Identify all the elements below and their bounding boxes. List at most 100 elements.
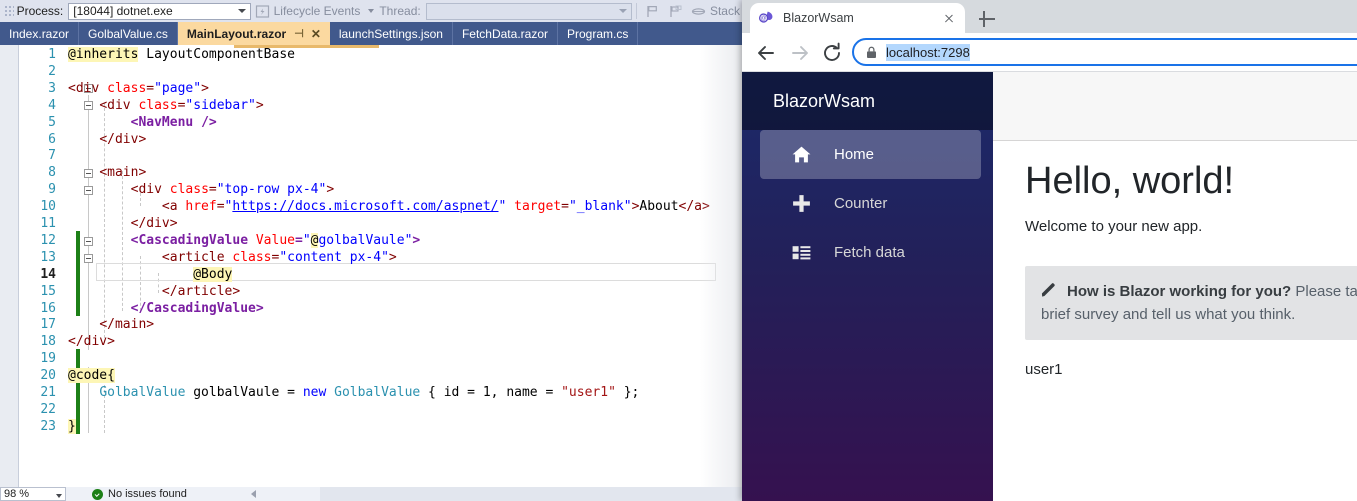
status-bar: 98 % No issues found [0,487,745,501]
editor-indicator-margin[interactable] [0,45,18,487]
editor-tab-launchsettings-json[interactable]: launchSettings.json [330,22,453,45]
line-number: 21 [40,385,56,400]
pin-icon[interactable]: ⊣ [294,27,304,40]
code-line[interactable]: </article> [68,284,240,299]
code-line[interactable]: </div> [68,132,146,147]
lock-icon[interactable] [866,46,877,59]
issues-status[interactable]: No issues found [92,488,187,500]
breakpoint-flag-icon[interactable] [645,4,660,19]
line-number: 12 [40,232,56,248]
process-value: [18044] dotnet.exe [73,4,173,18]
home-icon [791,144,812,165]
editor-tab-fetchdata-razor[interactable]: FetchData.razor [453,22,558,45]
lifecycle-events-icon [255,4,270,19]
address-bar[interactable]: localhost:7298 [852,38,1357,66]
survey-question: How is Blazor working for you? [1067,282,1292,300]
close-icon[interactable]: ✕ [311,27,321,41]
zoom-level-value: 98 % [4,488,30,500]
close-icon[interactable] [941,10,957,26]
code-line[interactable]: @Body [68,266,233,282]
line-number: 22 [40,401,56,417]
toolbar-divider [636,3,637,19]
thread-dropdown[interactable] [425,2,633,20]
chevron-down-icon [619,9,628,13]
app-content: Hello, world! Welcome to your new app. H… [993,142,1357,501]
forward-arrow-icon [788,41,812,65]
step-icon[interactable] [668,4,683,19]
tab-label: FetchData.razor [461,26,548,41]
zoom-level-dropdown[interactable]: 98 % [0,487,66,501]
code-line[interactable]: <div class="top-row px-4"> [68,182,335,197]
line-number: 15 [40,283,56,299]
editor-tab-mainlayout-razor[interactable]: MainLayout.razor ⊣ ✕ [177,22,330,45]
code-editor[interactable]: 1 @inherits LayoutComponentBase 2 3 <div cla… [0,45,745,487]
sidebar-item-home[interactable]: Home [760,130,981,179]
svg-text:@: @ [761,16,767,22]
code-line[interactable]: <article class="content px-4"> [68,250,397,265]
line-number: 8 [48,165,56,181]
pencil-icon [1041,282,1058,297]
browser-tab-blazorwsam[interactable]: @ BlazorWsam [750,3,965,33]
stack-frame-icon[interactable] [691,4,706,19]
line-number: 9 [48,182,56,198]
code-line[interactable]: <div class="page"> [68,81,209,96]
process-dropdown[interactable]: [18044] dotnet.exe [68,2,251,20]
code-line[interactable]: } [68,418,76,434]
tab-label: MainLayout.razor [186,26,287,41]
code-line[interactable]: <CascadingValue Value="@golbalVaule"> [68,232,420,248]
sidebar-item-label: Counter [834,195,888,212]
editor-tab-strip: Index.razor GolbalValue.cs MainLayout.ra… [0,22,745,45]
code-line[interactable]: </div> [68,216,178,231]
stack-label[interactable]: Stack [710,4,740,18]
line-number: 19 [40,351,56,367]
sidebar-item-counter[interactable]: Counter [760,179,981,228]
browser-toolbar: localhost:7298 [742,33,1357,72]
lifecycle-events-label[interactable]: Lifecycle Events [274,4,361,18]
list-icon [791,242,812,263]
editor-margin-divider [18,45,19,487]
code-line[interactable]: GolbalValue golbalVaule = new GolbalValu… [68,385,639,400]
thread-label: Thread: [379,4,421,18]
line-number: 18 [40,334,56,350]
address-bar-url: localhost:7298 [886,43,970,61]
editor-tab-index-razor[interactable]: Index.razor [0,22,80,45]
line-number: 16 [40,300,56,316]
back-arrow-icon[interactable] [754,41,778,65]
tab-label: launchSettings.json [338,26,443,41]
sidebar-item-fetch-data[interactable]: Fetch data [760,228,981,277]
code-line[interactable]: <NavMenu /> [68,115,217,130]
new-tab-button[interactable] [976,8,998,30]
app-main: Hello, world! Welcome to your new app. H… [993,72,1357,501]
code-line[interactable]: <main> [68,165,146,180]
chevron-down-icon [237,9,246,13]
code-line[interactable]: </div> [68,334,115,349]
editor-right-fade [700,45,745,487]
structure-guide [104,375,106,433]
reload-icon[interactable] [820,41,844,65]
toolbar-grip[interactable] [4,4,14,18]
code-line[interactable]: </CascadingValue> [68,301,264,316]
code-line[interactable]: @code{ [68,368,115,384]
line-number: 10 [40,199,56,215]
line-number: 17 [40,317,56,333]
browser-tab-title: BlazorWsam [783,11,854,25]
editor-tab-program-cs[interactable]: Program.cs [558,22,639,45]
cascading-user-value: user1 [1025,361,1063,379]
code-line[interactable]: </main> [68,317,154,332]
lifecycle-chevron-down-icon[interactable] [368,9,375,13]
collapse-left-icon[interactable] [250,490,256,498]
code-line[interactable]: <a href="https://docs.microsoft.com/aspn… [68,199,710,214]
line-number: 7 [48,148,56,164]
line-number: 20 [40,368,56,384]
editor-tab-golbalvalue-cs[interactable]: GolbalValue.cs [79,22,178,45]
sidebar-item-label: Fetch data [834,244,905,261]
line-number: 2 [48,63,56,79]
app-brand-title[interactable]: BlazorWsam [773,91,875,112]
page-lead-text: Welcome to your new app. [1025,217,1203,235]
status-bar-fill [320,487,745,501]
code-line[interactable]: <div class="sidebar"> [68,98,263,113]
active-tab-underline [234,45,379,48]
code-line[interactable]: @inherits LayoutComponentBase [68,47,295,62]
line-number: 3 [48,80,56,96]
line-number: 5 [48,114,56,130]
